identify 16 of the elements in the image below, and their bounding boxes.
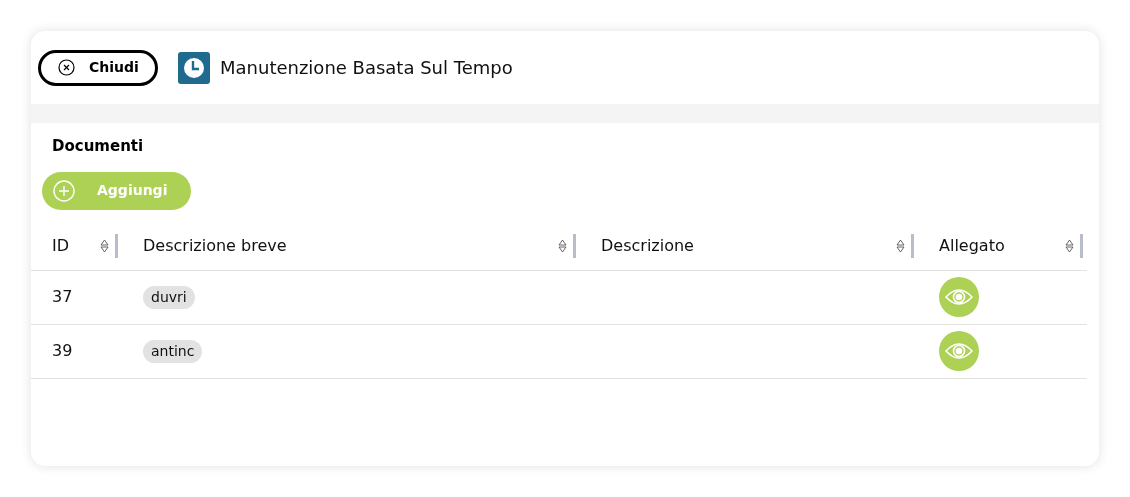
table-cell-text: 37: [52, 286, 73, 308]
column-header[interactable]: Descrizione breve: [143, 233, 558, 258]
column-header[interactable]: Descrizione: [601, 233, 896, 258]
tag: duvri: [143, 285, 195, 309]
window-title: Manutenzione Basata Sul Tempo: [220, 56, 513, 80]
column-header[interactable]: Allegato: [939, 233, 1065, 258]
close-icon: [58, 59, 75, 76]
close-button[interactable]: Chiudi: [38, 49, 158, 86]
section-title: Documenti: [51, 136, 145, 157]
plus-icon: [53, 179, 75, 202]
column-header[interactable]: ID: [52, 233, 100, 258]
tag: antinc: [143, 339, 203, 363]
table-cell-text: 39: [52, 340, 73, 362]
eye-icon: [944, 287, 974, 307]
eye-icon: [944, 341, 974, 361]
clock-icon: [178, 51, 210, 84]
